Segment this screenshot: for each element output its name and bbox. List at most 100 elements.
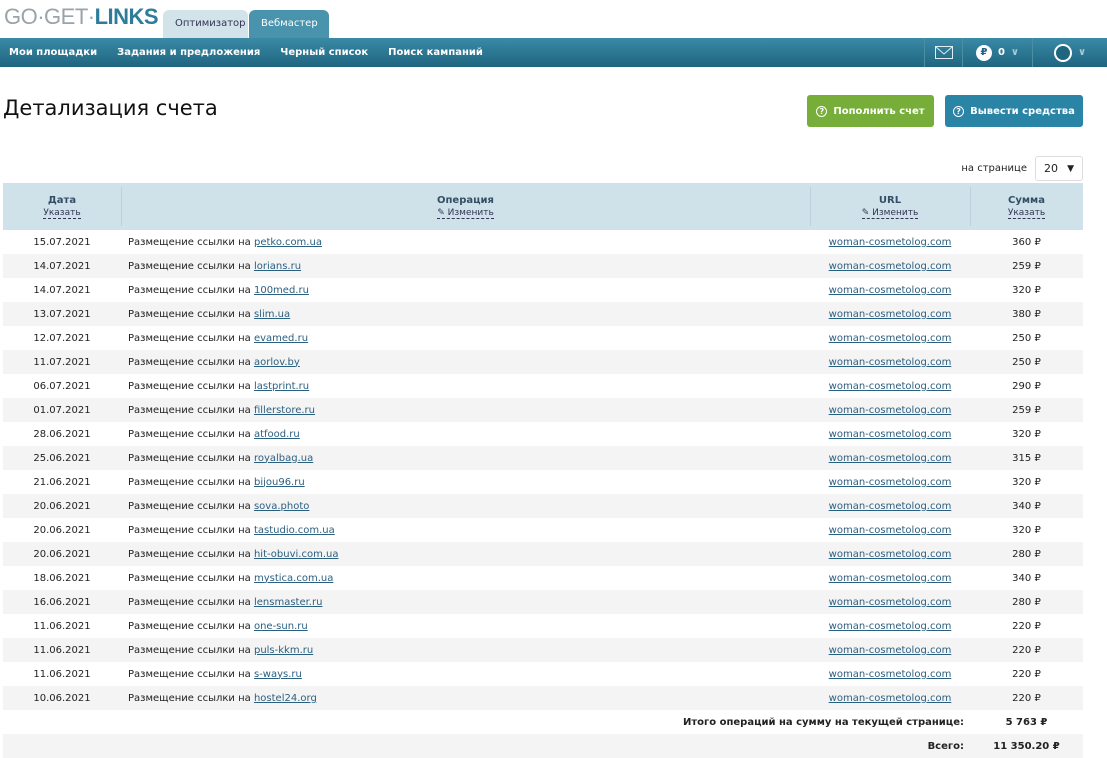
operation-text: Размещение ссылки на xyxy=(128,260,251,272)
site-link[interactable]: one-sun.ru xyxy=(254,621,308,632)
site-link[interactable]: lensmaster.ru xyxy=(254,597,322,608)
operation-filter-link[interactable]: ✎ Изменить xyxy=(437,208,494,219)
site-link[interactable]: atfood.ru xyxy=(254,429,300,440)
row-operation: Размещение ссылки на one-sun.ru xyxy=(121,614,810,638)
site-link[interactable]: fillerstore.ru xyxy=(254,405,315,416)
url-link[interactable]: woman-cosmetolog.com xyxy=(829,309,952,320)
url-link[interactable]: woman-cosmetolog.com xyxy=(829,549,952,560)
site-link[interactable]: aorlov.by xyxy=(254,357,300,368)
url-link[interactable]: woman-cosmetolog.com xyxy=(829,645,952,656)
col-url: URL ✎ Изменить xyxy=(810,183,970,230)
page-total-label: Итого операций на сумму на текущей стран… xyxy=(121,710,970,734)
url-link[interactable]: woman-cosmetolog.com xyxy=(829,285,952,296)
url-link[interactable]: woman-cosmetolog.com xyxy=(829,501,952,512)
date-filter-link[interactable]: Указать xyxy=(43,208,81,219)
site-link[interactable]: tastudio.com.ua xyxy=(254,525,335,536)
table-row: 11.06.2021 Размещение ссылки на one-sun.… xyxy=(3,614,1083,638)
per-page-value: 20 xyxy=(1044,162,1058,175)
url-link[interactable]: woman-cosmetolog.com xyxy=(829,693,952,704)
row-date: 18.06.2021 xyxy=(33,572,91,584)
row-date: 28.06.2021 xyxy=(33,428,91,440)
operation-text: Размещение ссылки на xyxy=(128,404,251,416)
nav-tasks[interactable]: Задания и предложения xyxy=(117,47,260,58)
nav-blacklist[interactable]: Черный список xyxy=(280,47,368,58)
operation-text: Размещение ссылки на xyxy=(128,692,251,704)
site-link[interactable]: bijou96.ru xyxy=(254,477,305,488)
site-link[interactable]: hit-obuvi.com.ua xyxy=(254,549,339,560)
url-link[interactable]: woman-cosmetolog.com xyxy=(829,573,952,584)
page-title: Детализация счета xyxy=(3,96,218,120)
per-page-select[interactable]: 20 ▼ xyxy=(1035,156,1083,181)
row-operation: Размещение ссылки на aorlov.by xyxy=(121,350,810,374)
tab-webmaster[interactable]: Вебмастер xyxy=(249,10,329,38)
url-link[interactable]: woman-cosmetolog.com xyxy=(829,261,952,272)
row-date: 16.06.2021 xyxy=(3,590,121,614)
url-link[interactable]: woman-cosmetolog.com xyxy=(829,237,952,248)
ruble-icon: ₽ xyxy=(975,44,992,61)
row-operation: Размещение ссылки на lastprint.ru xyxy=(121,374,810,398)
balance-menu[interactable]: ₽ 0 ∨ xyxy=(962,38,1032,67)
row-url: woman-cosmetolog.com xyxy=(810,470,970,494)
url-link[interactable]: woman-cosmetolog.com xyxy=(829,429,952,440)
header: GO·GET·LINKS Оптимизатор Вебмастер xyxy=(0,0,1107,38)
operation-text: Размещение ссылки на xyxy=(128,332,251,344)
row-url: woman-cosmetolog.com xyxy=(810,398,970,422)
url-link[interactable]: woman-cosmetolog.com xyxy=(829,477,952,488)
site-link[interactable]: evamed.ru xyxy=(254,333,308,344)
page-total-value: 5 763 ₽ xyxy=(970,710,1083,734)
topup-label: Пополнить счет xyxy=(833,105,925,117)
row-operation: Размещение ссылки на royalbag.ua xyxy=(121,446,810,470)
logo[interactable]: GO·GET·LINKS xyxy=(4,4,159,30)
row-url: woman-cosmetolog.com xyxy=(810,374,970,398)
site-link[interactable]: slim.ua xyxy=(254,309,290,320)
tab-optimizer[interactable]: Оптимизатор xyxy=(163,10,248,38)
row-operation: Размещение ссылки на atfood.ru xyxy=(121,422,810,446)
url-link[interactable]: woman-cosmetolog.com xyxy=(829,357,952,368)
url-link[interactable]: woman-cosmetolog.com xyxy=(829,453,952,464)
site-link[interactable]: mystica.com.ua xyxy=(254,573,333,584)
operation-text: Размещение ссылки на xyxy=(128,620,251,632)
row-sum: 320 ₽ xyxy=(1012,476,1041,488)
operation-text: Размещение ссылки на xyxy=(128,644,251,656)
url-link[interactable]: woman-cosmetolog.com xyxy=(829,333,952,344)
row-sum: 220 ₽ xyxy=(1012,668,1041,680)
site-link[interactable]: hostel24.org xyxy=(254,693,317,704)
site-link[interactable]: s-ways.ru xyxy=(254,669,302,680)
row-date: 10.06.2021 xyxy=(3,686,121,710)
site-link[interactable]: lastprint.ru xyxy=(254,381,309,392)
row-url: woman-cosmetolog.com xyxy=(810,518,970,542)
nav-my-sites[interactable]: Мои площадки xyxy=(9,47,97,58)
url-link[interactable]: woman-cosmetolog.com xyxy=(829,669,952,680)
grand-total-label: Всего: xyxy=(121,734,970,758)
row-url: woman-cosmetolog.com xyxy=(810,494,970,518)
url-link[interactable]: woman-cosmetolog.com xyxy=(829,597,952,608)
site-link[interactable]: 100med.ru xyxy=(254,285,309,296)
table-row: 10.06.2021 Размещение ссылки на hostel24… xyxy=(3,686,1083,710)
row-url: woman-cosmetolog.com xyxy=(810,662,970,686)
caret-down-icon: ▼ xyxy=(1067,163,1074,174)
mail-icon[interactable] xyxy=(924,38,962,67)
row-url: woman-cosmetolog.com xyxy=(810,446,970,470)
sum-filter-link[interactable]: Указать xyxy=(1007,208,1046,219)
page-total-row: Итого операций на сумму на текущей стран… xyxy=(3,710,1083,734)
site-link[interactable]: puls-kkm.ru xyxy=(254,645,313,656)
url-link[interactable]: woman-cosmetolog.com xyxy=(829,405,952,416)
url-link[interactable]: woman-cosmetolog.com xyxy=(829,381,952,392)
row-date: 13.07.2021 xyxy=(3,302,121,326)
nav-campaign-search[interactable]: Поиск кампаний xyxy=(388,47,483,58)
url-filter-link[interactable]: ✎ Изменить xyxy=(861,208,919,219)
table-row: 13.07.2021 Размещение ссылки на slim.ua … xyxy=(3,302,1083,326)
url-link[interactable]: woman-cosmetolog.com xyxy=(829,621,952,632)
site-link[interactable]: royalbag.ua xyxy=(254,453,313,464)
withdraw-button[interactable]: ? Вывести средства xyxy=(945,95,1083,127)
site-link[interactable]: sova.photo xyxy=(254,501,309,512)
topup-button[interactable]: ? Пополнить счет xyxy=(807,95,934,127)
row-date: 11.07.2021 xyxy=(3,350,121,374)
row-sum: 360 ₽ xyxy=(1012,236,1041,248)
row-url: woman-cosmetolog.com xyxy=(810,278,970,302)
operation-text: Размещение ссылки на xyxy=(128,380,251,392)
url-link[interactable]: woman-cosmetolog.com xyxy=(829,525,952,536)
site-link[interactable]: lorians.ru xyxy=(254,261,301,272)
site-link[interactable]: petko.com.ua xyxy=(254,237,322,248)
user-menu[interactable]: ∨ xyxy=(1032,38,1107,67)
